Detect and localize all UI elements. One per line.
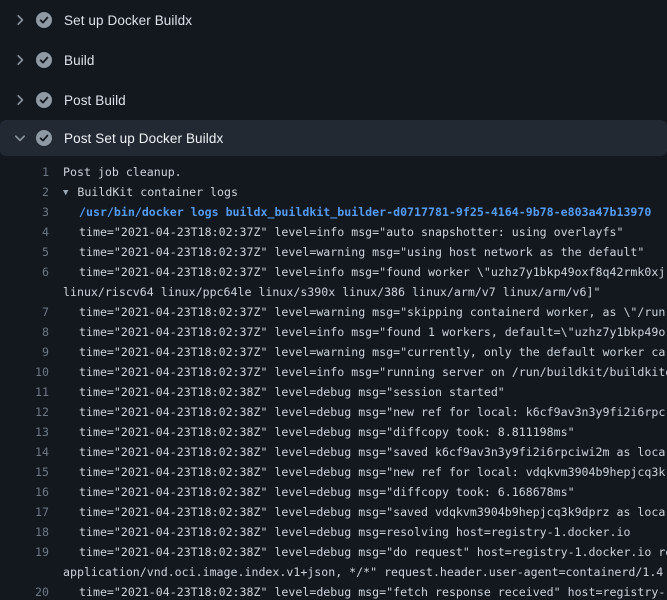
log-text: time="2021-04-23T18:02:37Z" level=warnin… [63,245,644,259]
line-number[interactable]: 3 [0,202,49,222]
steps-list: Set up Docker Buildx Build Post Build Post … [0,0,667,156]
log-text: time="2021-04-23T18:02:37Z" level=info m… [63,325,665,339]
log-line: 4 time="2021-04-23T18:02:37Z" level=info … [0,222,667,242]
log-line: 14 time="2021-04-23T18:02:38Z" level=debu… [0,442,667,462]
line-number[interactable]: 15 [0,462,49,482]
line-number[interactable]: 14 [0,442,49,462]
line-number[interactable]: 19 [0,542,49,562]
log-line: 16 time="2021-04-23T18:02:38Z" level=debu… [0,482,667,502]
collapse-triangle-icon[interactable]: ▼ [63,183,68,202]
log-line: 11 time="2021-04-23T18:02:38Z" level=debu… [0,382,667,402]
log-text: time="2021-04-23T18:02:37Z" level=info m… [63,365,667,379]
section-label: Build [64,53,95,68]
log-line: 15 time="2021-04-23T18:02:38Z" level=debu… [0,462,667,482]
line-number[interactable]: 11 [0,382,49,402]
log-text: Post job cleanup. [63,165,182,179]
log-line-continuation: application/vnd.oci.image.index.v1+json,… [0,562,667,582]
log-text: linux/riscv64 linux/ppc64le linux/s390x … [63,285,600,299]
line-number[interactable]: 1 [0,162,49,182]
log-line-continuation: linux/riscv64 linux/ppc64le linux/s390x … [0,282,667,302]
log-text: time="2021-04-23T18:02:38Z" level=debug … [63,425,575,439]
log-line: 9 time="2021-04-23T18:02:37Z" level=warni… [0,342,667,362]
line-number[interactable]: 13 [0,422,49,442]
chevron-right-icon[interactable] [12,92,28,108]
log-text: time="2021-04-23T18:02:38Z" level=debug … [63,585,665,599]
line-number[interactable]: 12 [0,402,49,422]
log-line: 12 time="2021-04-23T18:02:38Z" level=debu… [0,402,667,422]
chevron-right-icon[interactable] [12,52,28,68]
check-circle-icon [36,92,52,108]
section-label: Post Set up Docker Buildx [64,131,223,146]
log-line: 7 time="2021-04-23T18:02:37Z" level=warni… [0,302,667,322]
log-text: time="2021-04-23T18:02:37Z" level=warnin… [63,345,665,359]
line-number[interactable]: 5 [0,242,49,262]
line-number[interactable]: 16 [0,482,49,502]
log-text: time="2021-04-23T18:02:37Z" level=warnin… [63,305,665,319]
line-number[interactable]: 8 [0,322,49,342]
chevron-down-icon[interactable] [12,130,28,146]
log-line: 5 time="2021-04-23T18:02:37Z" level=warni… [0,242,667,262]
line-number[interactable]: 9 [0,342,49,362]
log-text: time="2021-04-23T18:02:37Z" level=info m… [63,225,623,239]
section-row-post-set-up-docker-buildx[interactable]: Post Set up Docker Buildx [0,120,667,156]
line-number[interactable]: 6 [0,262,49,282]
actions-log-panel: Set up Docker Buildx Build Post Build Post … [0,0,667,600]
log-line: 13 time="2021-04-23T18:02:38Z" level=debu… [0,422,667,442]
section-row-post-build[interactable]: Post Build [0,80,667,120]
section-row-set-up-docker-buildx[interactable]: Set up Docker Buildx [0,0,667,40]
check-circle-icon [36,12,52,28]
section-row-build[interactable]: Build [0,40,667,80]
line-number[interactable]: 17 [0,502,49,522]
log-text: time="2021-04-23T18:02:38Z" level=debug … [63,465,665,479]
log-line: 6 time="2021-04-23T18:02:37Z" level=info … [0,262,667,282]
log-line: 1 Post job cleanup. [0,162,667,182]
log-line: 20 time="2021-04-23T18:02:38Z" level=debu… [0,582,667,600]
check-circle-icon [36,52,52,68]
log-text: time="2021-04-23T18:02:38Z" level=debug … [63,445,665,459]
log-line: 19 time="2021-04-23T18:02:38Z" level=debu… [0,542,667,562]
log-text: time="2021-04-23T18:02:38Z" level=debug … [63,505,665,519]
log-line: 17 time="2021-04-23T18:02:38Z" level=debu… [0,502,667,522]
log-text: application/vnd.oci.image.index.v1+json,… [63,565,663,579]
log-text: time="2021-04-23T18:02:38Z" level=debug … [63,405,665,419]
log-line: 2 ▼BuildKit container logs [0,182,667,202]
line-number[interactable]: 4 [0,222,49,242]
line-number[interactable]: 20 [0,582,49,600]
log-line: 3/usr/bin/docker logs buildx_buildkit_bu… [0,202,667,222]
line-number[interactable]: 10 [0,362,49,382]
log-line: 10 time="2021-04-23T18:02:37Z" level=info… [0,362,667,382]
section-label: Post Build [64,93,126,108]
log-text: time="2021-04-23T18:02:38Z" level=debug … [63,525,630,539]
line-number[interactable]: 2 [0,182,49,202]
line-number[interactable]: 7 [0,302,49,322]
log-text: time="2021-04-23T18:02:38Z" level=debug … [63,385,505,399]
log-group-label: BuildKit container logs [68,185,238,199]
chevron-right-icon[interactable] [12,12,28,28]
log-group-toggle[interactable]: ▼BuildKit container logs [63,185,238,199]
log-line: 8 time="2021-04-23T18:02:37Z" level=info … [0,322,667,342]
log-text: time="2021-04-23T18:02:38Z" level=debug … [63,545,667,559]
section-label: Set up Docker Buildx [64,13,192,28]
log-lines: 1 Post job cleanup. 2 ▼BuildKit container l… [0,156,667,600]
log-line: 18 time="2021-04-23T18:02:38Z" level=debu… [0,522,667,542]
check-circle-icon [36,130,52,146]
line-number[interactable]: 18 [0,522,49,542]
log-text: time="2021-04-23T18:02:38Z" level=debug … [63,485,575,499]
log-text: time="2021-04-23T18:02:37Z" level=info m… [63,265,665,279]
log-command-text: /usr/bin/docker logs buildx_buildkit_bui… [63,205,651,219]
